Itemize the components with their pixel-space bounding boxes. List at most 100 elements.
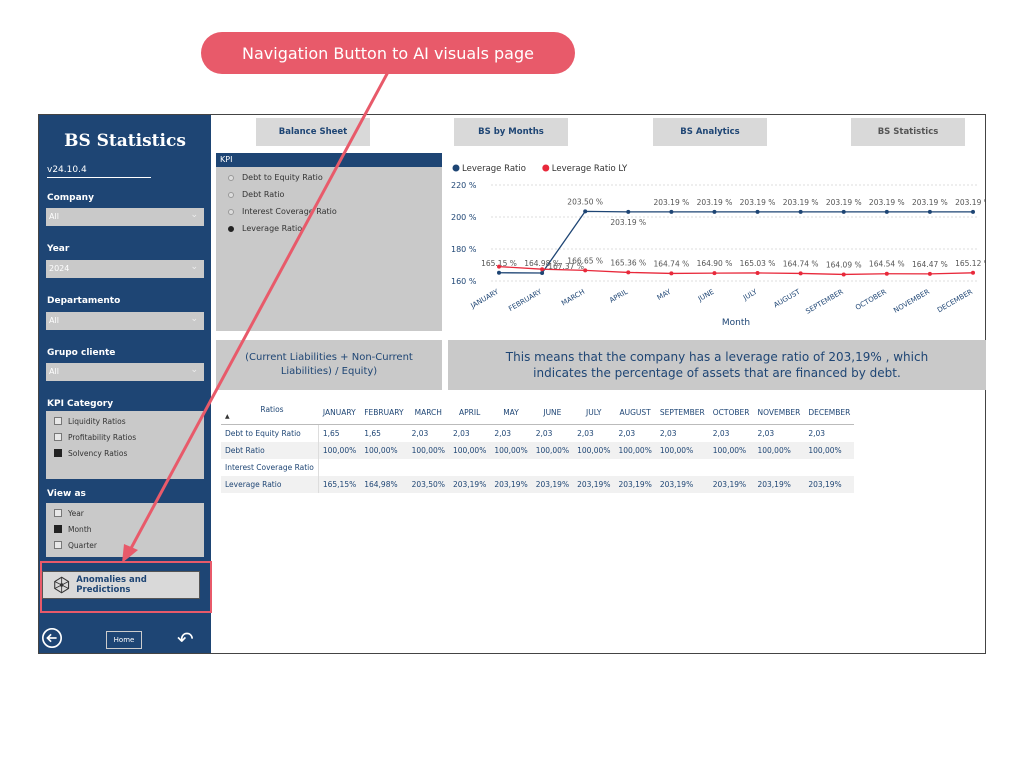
radio-icon: [228, 208, 234, 215]
kpi-category-liquidity[interactable]: Liquidity Ratios: [46, 413, 204, 429]
kpi-category-label: KPI Category: [47, 399, 114, 409]
data-point: [927, 271, 932, 276]
table-header-cell[interactable]: JUNE: [531, 401, 574, 425]
table-cell: [360, 459, 407, 476]
kpi-option-debt-ratio[interactable]: Debt Ratio: [216, 186, 442, 203]
grupo-cliente-label: Grupo cliente: [47, 348, 116, 358]
x-tick-label: OCTOBER: [854, 288, 888, 312]
table-header-cell[interactable]: APRIL: [448, 401, 491, 425]
view-as-month[interactable]: Month: [46, 521, 204, 537]
data-point: [971, 270, 975, 275]
table-header-label: JANUARY: [322, 408, 356, 417]
table-row: Leverage Ratio 165,15% 164,98% 203,50% 203,1…: [221, 475, 855, 493]
table-header-cell[interactable]: JANUARY: [318, 401, 361, 425]
checkbox-icon: [54, 417, 62, 425]
table-cell: [449, 459, 490, 476]
kpi-option-interest-coverage[interactable]: Interest Coverage Ratio: [216, 203, 442, 220]
table-cell: [408, 459, 449, 476]
table-header-label: NOVEMBER: [757, 408, 801, 417]
annotation-highlight: [40, 561, 212, 613]
home-button[interactable]: Home: [106, 631, 142, 649]
table-cell: 2,03: [618, 428, 636, 438]
leverage-line-chart: 220 % 200 % 180 % 160 % Leverage Ratio Levera…: [447, 153, 991, 331]
table-header-cell[interactable]: DECEMBER: [804, 401, 855, 425]
grupo-cliente-dropdown[interactable]: All ⌄: [46, 363, 204, 381]
table-cell: [614, 459, 655, 476]
table-cell: 100,00%: [531, 441, 574, 459]
x-tick-label: SEPTEMBER: [804, 288, 844, 316]
nav-balance-sheet-button[interactable]: Balance Sheet: [256, 118, 370, 146]
formula-box: (Current Liabilities + Non-Current Liabi…: [216, 340, 442, 390]
data-point: [669, 271, 674, 276]
chart-svg: 220 % 200 % 180 % 160 % Leverage Ratio Levera…: [451, 164, 991, 328]
table-cell: 100,00%: [318, 441, 361, 459]
nav-bs-statistics-button[interactable]: BS Statistics: [851, 118, 965, 146]
view-as-quarter[interactable]: Quarter: [46, 537, 204, 553]
table-row-label: Debt to Equity Ratio: [221, 424, 319, 442]
x-tick-label: APRIL: [608, 288, 629, 305]
company-dropdown[interactable]: All ⌄: [46, 208, 204, 226]
table-header-label: FEBRUARY: [364, 408, 404, 417]
back-arrow-icon[interactable]: [41, 627, 63, 649]
kpi-category-solvency[interactable]: Solvency Ratios: [46, 445, 204, 461]
nav-bs-analytics-button[interactable]: BS Analytics: [653, 118, 767, 146]
data-point: [755, 209, 760, 214]
table-cell: [490, 459, 531, 476]
table-cell: 203,19%: [448, 475, 491, 493]
data-label: 164.74 %: [653, 259, 689, 268]
table-row: Debt to Equity Ratio 1,65 1,65 2,03 2,03 2,03…: [221, 424, 854, 442]
year-dropdown[interactable]: 2024 ⌄: [46, 260, 204, 278]
table-cell: 100,00%: [804, 441, 855, 459]
kpi-option-label: Debt to Equity Ratio: [242, 173, 323, 182]
kpi-option-leverage-ratio[interactable]: Leverage Ratio: [216, 220, 442, 237]
data-point: [540, 267, 545, 272]
table-cell: 2,03: [712, 428, 730, 438]
kpi-category-solvency-label: Solvency Ratios: [68, 448, 128, 458]
undo-icon[interactable]: ↶: [177, 629, 194, 649]
y-tick-label: 160 %: [451, 277, 477, 286]
data-point: [540, 271, 545, 276]
table-cell: 100,00%: [708, 441, 754, 459]
table-cell: 100,00%: [614, 441, 656, 459]
ratios-table: ▲ Ratios JANUARY FEBRUARY MARCH APRIL MAY JUNE J…: [221, 401, 855, 493]
table-header-cell[interactable]: FEBRUARY: [360, 401, 408, 425]
data-label: 165.36 %: [610, 258, 646, 267]
data-point: [497, 270, 501, 275]
table-row-label: Debt Ratio: [221, 441, 319, 459]
legend-marker: [542, 164, 550, 172]
table-row-label: Leverage Ratio: [221, 475, 319, 493]
table-cell: 100,00%: [655, 441, 709, 459]
table-header-cell[interactable]: MAY: [490, 401, 532, 425]
data-point: [841, 209, 846, 214]
view-as-quarter-label: Quarter: [68, 540, 97, 550]
departamento-dropdown[interactable]: All ⌄: [46, 312, 204, 330]
data-label: 203.19 %: [653, 198, 689, 207]
sort-asc-icon[interactable]: ▲: [225, 413, 230, 420]
table-header-cell[interactable]: OCTOBER: [708, 401, 754, 425]
table-cell: [532, 459, 573, 476]
legend-label: Leverage Ratio LY: [552, 164, 628, 174]
table-header-cell[interactable]: JULY: [573, 401, 615, 425]
data-point: [497, 264, 501, 269]
legend-marker: [452, 164, 460, 172]
data-label: 164.74 %: [783, 259, 819, 268]
year-value: 2024: [49, 264, 70, 273]
kpi-option-debt-to-equity[interactable]: Debt to Equity Ratio: [216, 169, 442, 186]
data-point: [583, 209, 588, 214]
table-cell: 1,65: [322, 428, 340, 438]
table-cell: 203,19%: [804, 475, 855, 493]
nav-bs-by-months-button[interactable]: BS by Months: [454, 118, 568, 146]
departamento-value: All: [49, 316, 59, 325]
view-as-year[interactable]: Year: [46, 505, 204, 521]
table-header-cell[interactable]: SEPTEMBER: [655, 401, 709, 425]
data-label: 164.54 %: [869, 260, 905, 269]
y-tick-label: 200 %: [451, 213, 477, 222]
kpi-category-profitability[interactable]: Profitability Ratios: [46, 429, 204, 445]
table-header-cell[interactable]: MARCH: [407, 401, 449, 425]
radio-icon: [228, 174, 234, 181]
table-header-cell[interactable]: AUGUST: [614, 401, 656, 425]
table-header-cell[interactable]: NOVEMBER: [753, 401, 805, 425]
year-label: Year: [47, 244, 70, 254]
table-header-label: DECEMBER: [808, 408, 851, 417]
table-header-cell[interactable]: ▲ Ratios: [221, 401, 319, 425]
